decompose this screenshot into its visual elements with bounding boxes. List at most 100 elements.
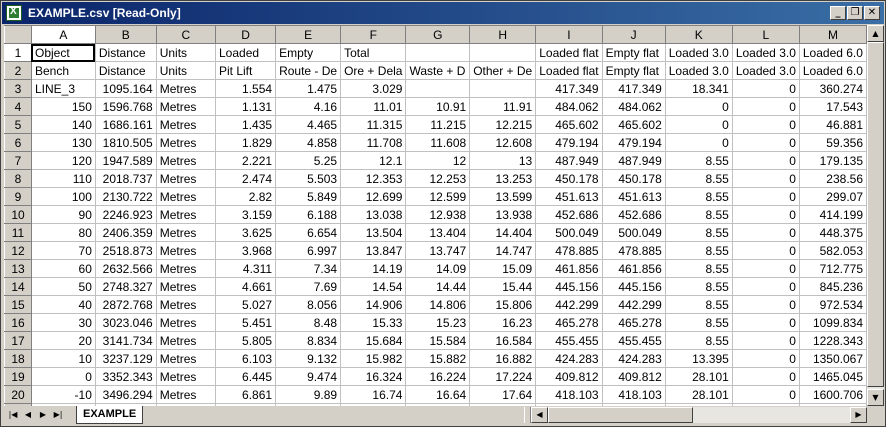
cell[interactable]: 59.356 bbox=[798, 133, 867, 152]
cell[interactable]: 1810.505 bbox=[94, 133, 157, 152]
cell[interactable]: 14.806 bbox=[405, 295, 471, 314]
row-header[interactable]: 14 bbox=[4, 277, 32, 296]
cell[interactable] bbox=[469, 79, 537, 98]
cell[interactable]: 8.55 bbox=[664, 277, 733, 296]
cell[interactable]: 12.938 bbox=[405, 205, 471, 224]
cell[interactable]: 451.613 bbox=[601, 187, 666, 206]
cell[interactable]: 8.55 bbox=[664, 259, 733, 278]
row-header[interactable]: 18 bbox=[4, 349, 32, 368]
cell[interactable]: 1.829 bbox=[214, 133, 277, 152]
cell[interactable]: 478.885 bbox=[535, 241, 603, 260]
row-header[interactable]: 15 bbox=[4, 295, 32, 314]
cell[interactable]: 1947.589 bbox=[94, 151, 157, 170]
cell[interactable]: 0 bbox=[731, 313, 800, 332]
row-header[interactable]: 8 bbox=[4, 169, 32, 188]
excel-icon[interactable] bbox=[6, 5, 22, 21]
cell[interactable]: 9.132 bbox=[275, 349, 342, 368]
row-header[interactable]: 19 bbox=[4, 367, 32, 386]
cell[interactable]: 12.215 bbox=[469, 115, 537, 134]
cell[interactable]: 3237.129 bbox=[94, 349, 157, 368]
cell[interactable]: 448.375 bbox=[798, 223, 867, 242]
cell[interactable]: 0 bbox=[30, 367, 96, 386]
cell[interactable]: 1.435 bbox=[214, 115, 277, 134]
cell[interactable]: Loaded 3.0 bbox=[731, 61, 800, 80]
column-header[interactable]: D bbox=[214, 25, 277, 44]
cell[interactable]: Loaded flat bbox=[535, 61, 603, 80]
cell[interactable]: 418.103 bbox=[535, 385, 603, 404]
cell[interactable]: 5.451 bbox=[214, 313, 277, 332]
cell[interactable]: 360.274 bbox=[798, 79, 867, 98]
cell[interactable]: 0 bbox=[731, 169, 800, 188]
cell[interactable]: 14.19 bbox=[340, 259, 407, 278]
cell[interactable]: 6.103 bbox=[214, 349, 277, 368]
cell[interactable]: 461.856 bbox=[535, 259, 603, 278]
cell[interactable]: 179.135 bbox=[798, 151, 867, 170]
cell[interactable]: Empty flat bbox=[601, 61, 666, 80]
cell[interactable]: Other + De bbox=[469, 61, 537, 80]
cell[interactable]: Metres bbox=[155, 295, 217, 314]
cell[interactable]: 8.55 bbox=[664, 223, 733, 242]
cell[interactable]: 8.48 bbox=[275, 313, 342, 332]
cell[interactable]: 414.199 bbox=[798, 205, 867, 224]
cell[interactable]: 13 bbox=[469, 151, 537, 170]
cell[interactable]: 28.101 bbox=[664, 385, 733, 404]
cell[interactable]: Metres bbox=[155, 313, 217, 332]
cell[interactable]: -10 bbox=[30, 385, 96, 404]
select-all-corner[interactable] bbox=[4, 25, 32, 44]
tab-split-handle[interactable] bbox=[524, 407, 531, 423]
cell[interactable]: 18.341 bbox=[664, 79, 733, 98]
cell[interactable]: 9.89 bbox=[275, 385, 342, 404]
cell[interactable]: 1099.834 bbox=[798, 313, 867, 332]
cell[interactable]: 14.54 bbox=[340, 277, 407, 296]
cell[interactable]: 15.684 bbox=[340, 331, 407, 350]
cell[interactable]: 17.224 bbox=[469, 367, 537, 386]
column-header[interactable]: E bbox=[275, 25, 342, 44]
cell[interactable]: 3352.343 bbox=[94, 367, 157, 386]
cell[interactable]: 465.602 bbox=[601, 115, 666, 134]
cell[interactable]: 6.654 bbox=[275, 223, 342, 242]
cell[interactable]: 46.881 bbox=[798, 115, 867, 134]
cell[interactable]: 417.349 bbox=[601, 79, 666, 98]
cell[interactable]: 465.602 bbox=[535, 115, 603, 134]
horizontal-scroll-thumb[interactable] bbox=[548, 407, 693, 423]
cell[interactable]: 15.806 bbox=[469, 295, 537, 314]
cell[interactable]: 451.613 bbox=[535, 187, 603, 206]
cell[interactable]: 12.1 bbox=[340, 151, 407, 170]
column-header[interactable]: F bbox=[340, 25, 407, 44]
cell[interactable]: 1600.706 bbox=[798, 385, 867, 404]
cell[interactable] bbox=[405, 43, 471, 62]
cell[interactable]: 9.474 bbox=[275, 367, 342, 386]
cell[interactable]: Loaded 3.0 bbox=[664, 43, 733, 62]
cell[interactable]: 2518.873 bbox=[94, 241, 157, 260]
cell[interactable]: Bench bbox=[30, 61, 96, 80]
cell[interactable]: 0 bbox=[664, 115, 733, 134]
cell[interactable]: 1095.164 bbox=[94, 79, 157, 98]
cell[interactable]: 14.404 bbox=[469, 223, 537, 242]
cell[interactable]: 712.775 bbox=[798, 259, 867, 278]
cell[interactable]: 13.504 bbox=[340, 223, 407, 242]
cell[interactable]: 3023.046 bbox=[94, 313, 157, 332]
cell[interactable]: 409.812 bbox=[601, 367, 666, 386]
cell[interactable]: 450.178 bbox=[535, 169, 603, 188]
cell[interactable]: 110 bbox=[30, 169, 96, 188]
cell[interactable]: 80 bbox=[30, 223, 96, 242]
cell[interactable]: 500.049 bbox=[601, 223, 666, 242]
cell[interactable]: 8.55 bbox=[664, 313, 733, 332]
cell[interactable]: 465.278 bbox=[601, 313, 666, 332]
cell[interactable]: 1350.067 bbox=[798, 349, 867, 368]
scroll-up-icon[interactable]: ▲ bbox=[867, 25, 884, 42]
cell[interactable]: Metres bbox=[155, 205, 217, 224]
cell[interactable]: 12.599 bbox=[405, 187, 471, 206]
cell[interactable]: 13.747 bbox=[405, 241, 471, 260]
cell[interactable]: 2748.327 bbox=[94, 277, 157, 296]
close-button[interactable]: ✕ bbox=[864, 6, 880, 20]
cell[interactable]: 8.55 bbox=[664, 151, 733, 170]
cell[interactable]: 40 bbox=[30, 295, 96, 314]
cell[interactable]: 450.178 bbox=[601, 169, 666, 188]
cell[interactable]: 4.16 bbox=[275, 97, 342, 116]
cell[interactable]: Loaded 6.0 bbox=[798, 61, 867, 80]
cell[interactable]: 90 bbox=[30, 205, 96, 224]
cell[interactable]: 16.23 bbox=[469, 313, 537, 332]
cell[interactable]: 4.311 bbox=[214, 259, 277, 278]
cell[interactable]: 16.64 bbox=[405, 385, 471, 404]
